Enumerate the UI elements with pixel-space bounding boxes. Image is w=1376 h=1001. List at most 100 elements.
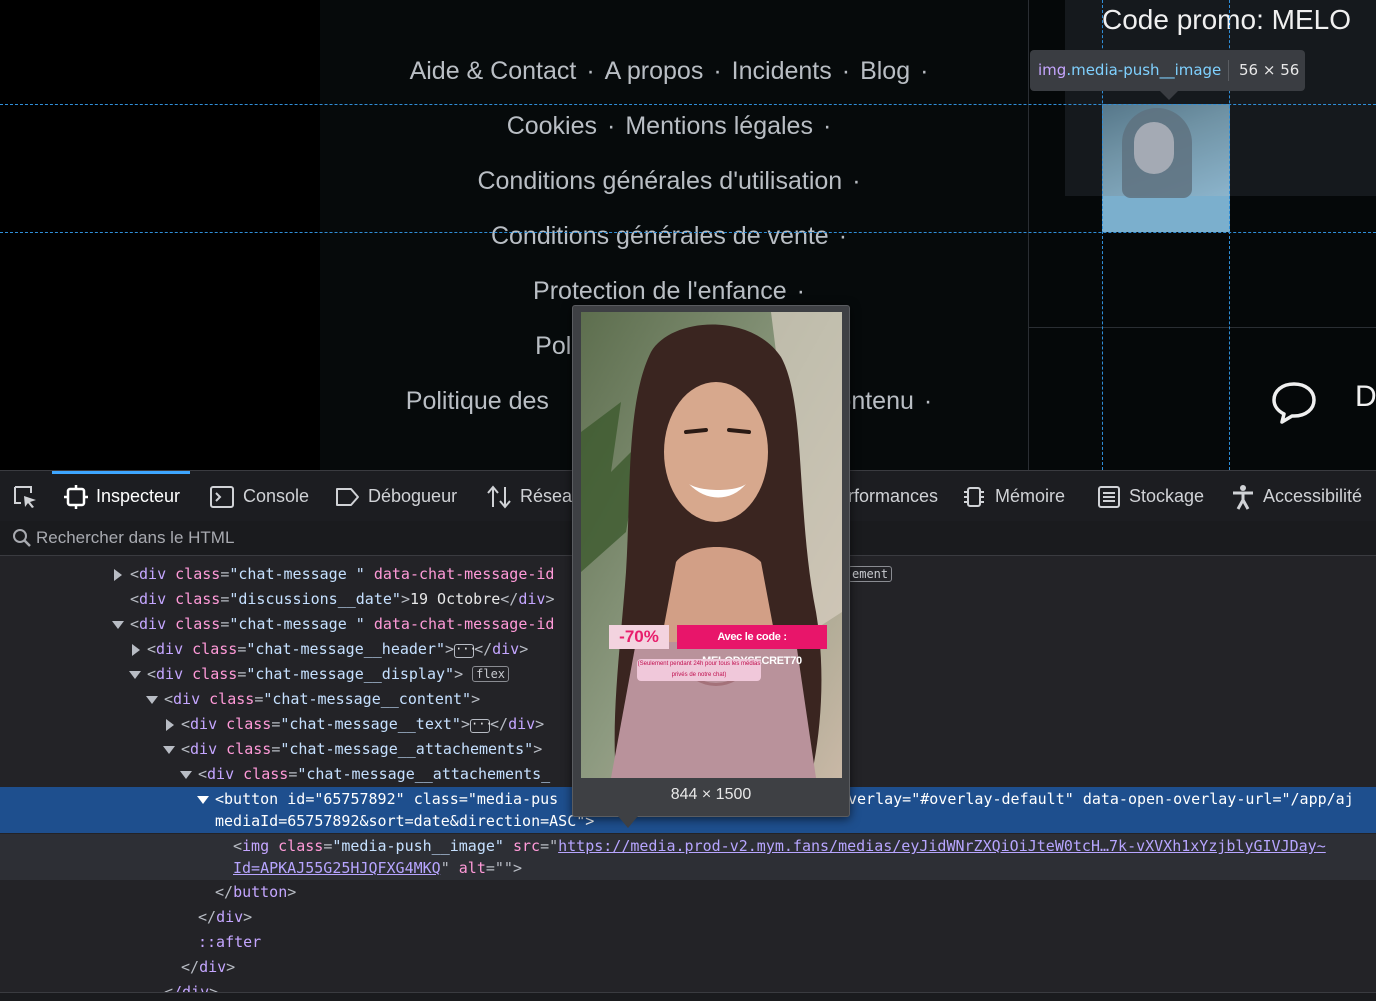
tag-name: div	[492, 640, 520, 658]
tree-line[interactable]: <div class="chat-message__display"> flex	[129, 662, 510, 687]
attr-name: class	[226, 740, 272, 758]
attr-value: "chat-message__content"	[263, 690, 472, 708]
tree-line[interactable]: <div class="chat-message " data-chat-mes…	[114, 562, 554, 587]
promo-note: (Seulement pendant 24h pour tous les méd…	[637, 659, 761, 681]
tab-label: Résea	[520, 486, 573, 506]
tag-name: div	[173, 690, 201, 708]
tree-line[interactable]: </button>	[215, 880, 296, 905]
footer-row-1: Aide & Contact · A propos · Incidents · Blog ·	[320, 57, 1028, 86]
expand-arrow-icon[interactable]	[114, 569, 122, 581]
separator: ·	[852, 167, 861, 195]
tag-name: div	[139, 615, 167, 633]
tag-name: div	[518, 590, 546, 608]
tab-reseau[interactable]: Résea	[486, 471, 572, 521]
promo-discount: -70%	[609, 625, 669, 649]
collapse-arrow-icon[interactable]	[112, 621, 124, 629]
attr-value: "/app/aj	[1281, 790, 1354, 808]
tree-line[interactable]: <div class="chat-message " data-chat-mes…	[112, 612, 554, 637]
image-src-link[interactable]: https://media.prod-v2.mym.fans/medias/ey…	[558, 837, 1326, 855]
highlight-overlay	[1102, 104, 1230, 232]
tab-label: Mémoire	[995, 486, 1066, 506]
tree-line[interactable]: </div>	[198, 905, 252, 930]
attr-name: class	[175, 615, 221, 633]
selected-tree-line-right: verlay="#overlay-default" data-open-over…	[848, 790, 1354, 808]
attr-name: class	[413, 790, 459, 808]
tree-line[interactable]: <div class="chat-message__content">	[146, 687, 480, 712]
separator: ·	[586, 57, 595, 85]
footer-link-incidents[interactable]: Incidents	[732, 57, 832, 85]
separator: ·	[838, 222, 848, 250]
tab-stockage[interactable]: Stockage	[1097, 471, 1204, 521]
guide-line-top	[0, 104, 1376, 105]
tree-line[interactable]: <div class="chat-message__attachements_	[180, 762, 550, 787]
footer-link-cgu[interactable]: Conditions générales d'utilisation	[477, 167, 842, 195]
footer-link-enfance[interactable]: Protection de l'enfance	[533, 277, 787, 305]
tab-console[interactable]: Console	[209, 471, 309, 521]
tooltip-arrow	[1160, 91, 1178, 100]
console-icon	[210, 486, 234, 509]
collapsed-content-icon[interactable]: ···	[454, 643, 477, 658]
memory-icon	[964, 487, 984, 508]
tree-line[interactable]: <div class="chat-message__header">···</d…	[132, 637, 528, 662]
expand-arrow-icon[interactable]	[166, 719, 174, 731]
attr-value: "65757892"	[314, 790, 405, 808]
collapse-arrow-icon[interactable]	[180, 771, 192, 779]
collapse-arrow-icon[interactable]	[146, 696, 158, 704]
tab-inspecteur[interactable]: Inspecteur	[51, 471, 191, 521]
collapse-arrow-icon[interactable]	[197, 796, 209, 804]
separator: ·	[920, 57, 929, 85]
element-picker-button[interactable]	[12, 471, 46, 521]
tag-name: div	[190, 715, 218, 733]
collapsed-content-icon[interactable]: ···	[470, 718, 493, 733]
tree-line[interactable]: <div class="discussions__date">19 Octobr…	[130, 587, 554, 612]
footer-link-blog[interactable]: Blog	[860, 57, 910, 85]
tab-accessibilite[interactable]: Accessibilité	[1231, 471, 1362, 521]
search-input[interactable]: Rechercher dans le HTML	[36, 521, 234, 555]
event-badge[interactable]: ement	[848, 562, 893, 587]
tree-line[interactable]: <div class="chat-message__text">···</div…	[166, 712, 544, 737]
tab-label: rformances	[848, 486, 939, 506]
attr-name: class	[175, 565, 221, 583]
tooltip-dims: 56 × 56	[1239, 61, 1300, 79]
expand-arrow-icon[interactable]	[132, 644, 140, 656]
tree-line[interactable]: ::after	[198, 930, 261, 955]
attr-name: data-chat-message-id	[373, 565, 555, 583]
attr-name: class	[278, 837, 324, 855]
tab-performances[interactable]: rformances	[848, 471, 938, 521]
tree-line[interactable]: </div>	[181, 955, 235, 980]
image-src-link[interactable]: Id=APKAJ55G25HJQFXG4MKQ	[233, 859, 441, 877]
tooltip-class: .media-push__image	[1066, 61, 1222, 79]
collapse-arrow-icon[interactable]	[163, 746, 175, 754]
tree-line-cont: Id=APKAJ55G25HJQFXG4MKQ" alt="">	[233, 859, 522, 877]
attr-value: "media-pus	[467, 790, 559, 808]
attr-name: id	[287, 790, 306, 808]
attr-name: class	[192, 665, 238, 683]
tag-name: div	[156, 665, 184, 683]
attr-name: class	[209, 690, 255, 708]
footer-link-poli[interactable]: Poli	[535, 332, 577, 360]
footer-link-cookies[interactable]: Cookies	[507, 112, 597, 140]
footer-link-mentions[interactable]: Mentions légales	[625, 112, 813, 140]
footer-link-apropos[interactable]: A propos	[605, 57, 704, 85]
pseudo-element: ::after	[198, 933, 262, 951]
chat-bubble-icon[interactable]	[1270, 378, 1318, 426]
promo-title: Code promo: MELO	[1102, 4, 1351, 35]
collapse-arrow-icon[interactable]	[129, 671, 141, 679]
tree-line[interactable]: <div class="chat-message__attachements">	[163, 737, 542, 762]
panel-divider	[1028, 327, 1376, 328]
tag-name: div	[207, 765, 235, 783]
footer-link-politique[interactable]: Politique des	[406, 387, 549, 415]
footer-link-aide[interactable]: Aide & Contact	[410, 57, 577, 85]
flex-badge[interactable]: flex	[472, 666, 510, 682]
separator: ·	[923, 387, 933, 415]
tooltip-tag: img	[1038, 61, 1067, 79]
footer-row-2: Cookies · Mentions légales ·	[320, 112, 1028, 141]
tag-name: div	[190, 740, 218, 758]
attr-name: class	[243, 765, 289, 783]
media-push-thumbnail[interactable]	[1102, 104, 1230, 232]
separator: ·	[607, 112, 616, 140]
tab-memoire[interactable]: Mémoire	[961, 471, 1065, 521]
footer-link-cgv[interactable]: Conditions générales de vente	[491, 222, 829, 250]
tab-debogueur[interactable]: Débogueur	[334, 471, 457, 521]
attr-name: src	[512, 837, 541, 855]
